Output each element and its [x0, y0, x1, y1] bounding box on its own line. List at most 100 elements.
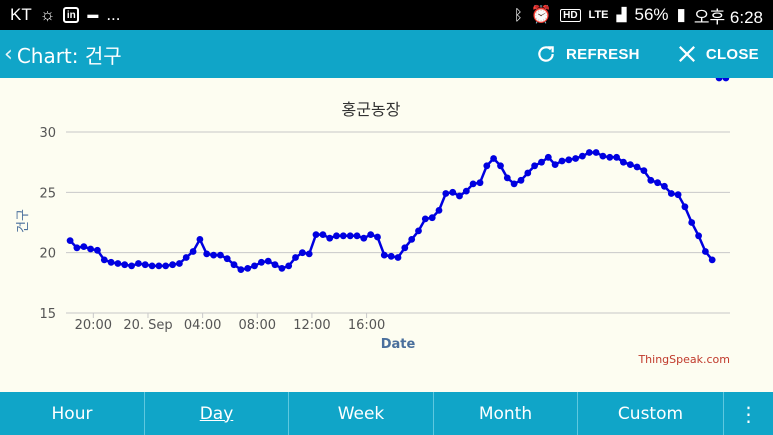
data-point[interactable] — [189, 248, 197, 255]
data-point[interactable] — [210, 251, 218, 259]
data-point[interactable] — [162, 262, 170, 270]
data-point[interactable] — [73, 244, 81, 252]
data-point[interactable] — [497, 162, 504, 170]
back-button[interactable]: ‹ Chart: 건구 — [4, 40, 122, 69]
data-point[interactable] — [244, 265, 252, 272]
data-point[interactable] — [538, 158, 545, 166]
data-point[interactable] — [353, 232, 361, 240]
data-point[interactable] — [169, 261, 177, 269]
data-point[interactable] — [674, 191, 682, 199]
data-point[interactable] — [326, 234, 334, 242]
data-point[interactable] — [80, 243, 88, 251]
data-point[interactable] — [531, 162, 538, 170]
data-point[interactable] — [524, 169, 532, 177]
data-point[interactable] — [544, 153, 552, 161]
data-point[interactable] — [722, 74, 730, 82]
data-point[interactable] — [469, 180, 477, 188]
data-point[interactable] — [408, 236, 416, 243]
data-point[interactable] — [285, 262, 293, 270]
data-point[interactable] — [258, 258, 265, 266]
data-point[interactable] — [312, 231, 320, 239]
data-point[interactable] — [114, 260, 122, 267]
tab-month[interactable]: Month — [434, 392, 578, 435]
data-point[interactable] — [449, 188, 457, 196]
data-point[interactable] — [667, 190, 675, 197]
data-point[interactable] — [360, 234, 368, 242]
data-point[interactable] — [141, 261, 149, 269]
data-point[interactable] — [121, 261, 129, 269]
data-point[interactable] — [490, 155, 497, 162]
data-point[interactable] — [606, 153, 614, 161]
data-point[interactable] — [558, 157, 566, 165]
data-point[interactable] — [148, 262, 156, 270]
data-point[interactable] — [435, 207, 443, 214]
data-point[interactable] — [633, 163, 641, 171]
data-point[interactable] — [305, 250, 313, 258]
data-point[interactable] — [333, 232, 340, 240]
data-point[interactable] — [182, 254, 190, 261]
data-point[interactable] — [702, 248, 709, 255]
data-point[interactable] — [346, 232, 354, 240]
tab-day[interactable]: Day — [145, 392, 289, 435]
data-point[interactable] — [476, 179, 484, 187]
tab-custom[interactable]: Custom — [578, 392, 724, 435]
data-point[interactable] — [572, 155, 579, 162]
data-point[interactable] — [415, 227, 422, 235]
data-point[interactable] — [271, 261, 279, 269]
data-point[interactable] — [155, 262, 163, 270]
data-point[interactable] — [100, 256, 108, 264]
data-point[interactable] — [107, 258, 115, 266]
data-point[interactable] — [421, 215, 429, 223]
data-point[interactable] — [715, 74, 723, 82]
data-point[interactable] — [87, 245, 94, 253]
data-point[interactable] — [654, 179, 661, 187]
refresh-button[interactable]: REFRESH — [536, 30, 640, 78]
data-point[interactable] — [613, 153, 620, 161]
line-chart[interactable]: 15 20 25 30 20:00 20. Sep 04:00 08:00 12:00 16:0… — [0, 74, 773, 392]
data-point[interactable] — [217, 251, 224, 259]
data-point[interactable] — [462, 187, 470, 195]
data-point[interactable] — [339, 232, 347, 240]
data-point[interactable] — [319, 231, 327, 239]
data-point[interactable] — [176, 260, 183, 267]
data-point[interactable] — [401, 244, 409, 252]
chart-credit-link[interactable]: ThingSpeak.com — [637, 353, 730, 366]
more-options-button[interactable]: ⋮ — [724, 392, 773, 435]
data-point[interactable] — [681, 203, 689, 211]
data-point[interactable] — [626, 161, 634, 168]
data-point[interactable] — [299, 249, 306, 257]
data-point[interactable] — [230, 261, 238, 269]
data-point[interactable] — [367, 231, 375, 239]
data-point[interactable] — [551, 161, 559, 168]
data-point[interactable] — [647, 176, 655, 184]
data-point[interactable] — [223, 255, 231, 263]
data-point[interactable] — [237, 266, 245, 273]
data-point[interactable] — [640, 167, 648, 174]
close-button[interactable]: CLOSE — [678, 30, 759, 78]
data-point[interactable] — [374, 233, 381, 241]
data-point[interactable] — [278, 265, 286, 272]
data-point[interactable] — [394, 254, 402, 261]
data-point[interactable] — [428, 214, 436, 222]
data-point[interactable] — [203, 250, 211, 258]
data-point[interactable] — [66, 237, 74, 245]
data-point[interactable] — [695, 232, 702, 240]
data-point[interactable] — [380, 251, 388, 259]
data-point[interactable] — [135, 260, 142, 267]
data-point[interactable] — [128, 262, 136, 270]
data-point[interactable] — [264, 257, 272, 265]
data-point[interactable] — [442, 190, 450, 197]
data-point[interactable] — [510, 180, 518, 188]
data-point[interactable] — [94, 246, 101, 254]
data-point[interactable] — [517, 176, 525, 184]
data-point[interactable] — [292, 254, 299, 261]
data-point[interactable] — [620, 158, 627, 166]
data-point[interactable] — [456, 192, 463, 200]
data-point[interactable] — [688, 219, 696, 226]
data-point[interactable] — [661, 182, 668, 190]
data-point[interactable] — [196, 236, 204, 243]
data-point[interactable] — [708, 256, 716, 264]
data-point[interactable] — [387, 252, 395, 260]
data-point[interactable] — [251, 262, 258, 270]
data-point[interactable] — [585, 149, 593, 156]
